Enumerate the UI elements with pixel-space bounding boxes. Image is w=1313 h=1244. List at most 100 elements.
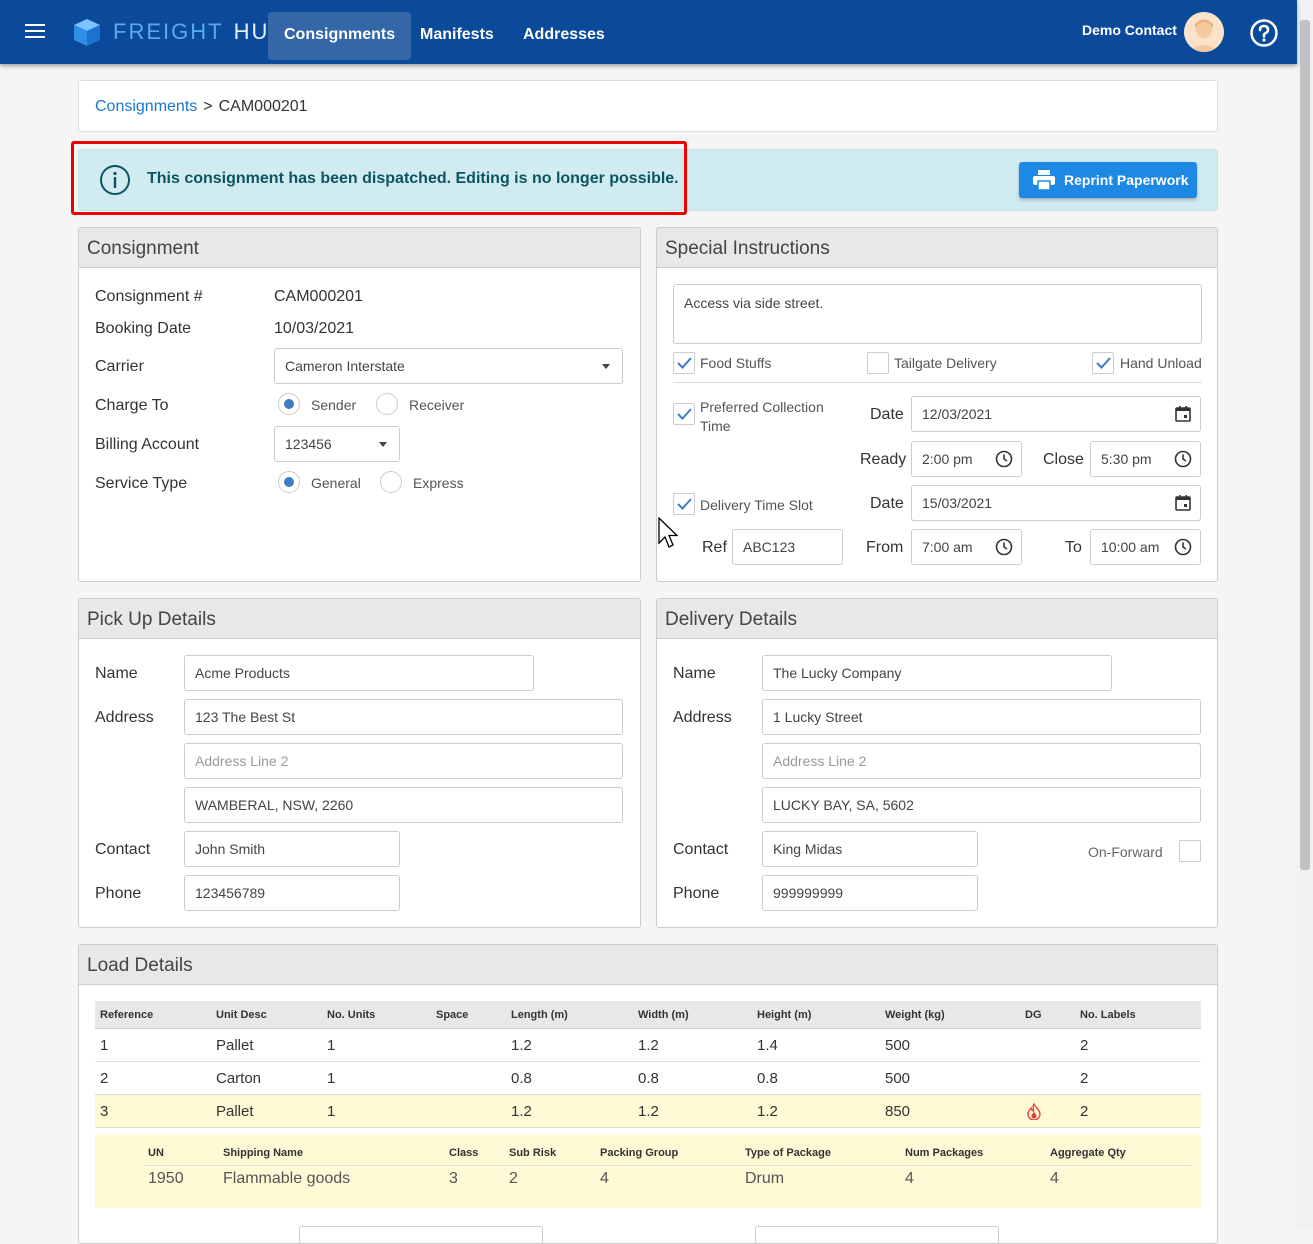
dg-col-type-of-package: Type of Package	[745, 1147, 831, 1159]
on-forward-checkbox[interactable]	[1179, 840, 1201, 862]
breadcrumb-consignments-link[interactable]: Consignments	[95, 98, 197, 115]
clock-icon[interactable]	[995, 450, 1013, 468]
col-unit-desc[interactable]: Unit Desc	[216, 1009, 267, 1021]
delivery-phone-input[interactable]: 999999999	[762, 875, 978, 911]
delivery-address-line2-input[interactable]: Address Line 2	[762, 743, 1201, 779]
nav-consignments[interactable]: Consignments	[268, 12, 412, 60]
cell: 1	[100, 1037, 109, 1054]
carrier-select[interactable]: Cameron Interstate	[274, 348, 623, 384]
cell: 0.8	[511, 1070, 532, 1087]
load-input-partial[interactable]	[299, 1226, 543, 1243]
charge-sender-radio[interactable]	[278, 393, 300, 415]
logo-cube-icon	[74, 19, 100, 46]
nav-addresses[interactable]: Addresses	[507, 12, 621, 60]
load-table-header: Reference Unit Desc No. Units Space Leng…	[95, 1001, 1201, 1029]
dg-cell: 1950	[148, 1170, 184, 1187]
reprint-paperwork-button[interactable]: Reprint Paperwork	[1019, 162, 1197, 198]
col-no-labels[interactable]: No. Labels	[1080, 1009, 1136, 1021]
delivery-date-input[interactable]: 15/03/2021	[911, 485, 1201, 521]
from-time-input[interactable]: 7:00 am	[911, 529, 1022, 565]
service-express-radio[interactable]	[380, 471, 402, 493]
menu-icon[interactable]	[25, 24, 45, 40]
page-scrollbar[interactable]	[1297, 0, 1313, 1230]
dg-cell: 4	[1050, 1170, 1059, 1187]
dg-col-packing-group: Packing Group	[600, 1147, 679, 1159]
col-height[interactable]: Height (m)	[757, 1009, 811, 1021]
collection-date-label: Date	[870, 406, 904, 423]
col-no-units[interactable]: No. Units	[327, 1009, 375, 1021]
billing-account-select[interactable]: 123456	[274, 426, 400, 462]
pickup-contact-label: Contact	[95, 841, 151, 858]
cell: 1	[327, 1037, 336, 1054]
collection-date-input[interactable]: 12/03/2021	[911, 396, 1201, 432]
cell: 1.2	[511, 1037, 532, 1054]
load-details-title: Load Details	[79, 945, 1217, 985]
food-stuffs-checkbox[interactable]	[673, 352, 695, 374]
to-time-input[interactable]: 10:00 am	[1090, 529, 1201, 565]
delivery-panel: Delivery Details Name The Lucky Company …	[656, 598, 1218, 928]
hand-unload-checkbox[interactable]	[1092, 352, 1114, 374]
cell: 2	[1080, 1103, 1089, 1120]
pickup-phone-input[interactable]: 123456789	[184, 875, 400, 911]
pickup-name-input[interactable]: Acme Products	[184, 655, 534, 691]
col-width[interactable]: Width (m)	[638, 1009, 689, 1021]
delivery-contact-input[interactable]: King Midas	[762, 831, 978, 867]
pickup-address-line1-input[interactable]: 123 The Best St	[184, 699, 623, 735]
service-general-radio[interactable]	[278, 471, 300, 493]
delivery-address-line1-input[interactable]: 1 Lucky Street	[762, 699, 1201, 735]
printer-icon	[1033, 170, 1055, 190]
clock-icon[interactable]	[1174, 450, 1192, 468]
pickup-panel-title: Pick Up Details	[79, 599, 640, 639]
pickup-address-line3-input[interactable]: WAMBERAL, NSW, 2260	[184, 787, 623, 823]
delivery-time-slot-checkbox[interactable]	[673, 493, 695, 515]
pickup-contact-input[interactable]: John Smith	[184, 831, 400, 867]
delivery-address-line3-input[interactable]: LUCKY BAY, SA, 5602	[762, 787, 1201, 823]
help-icon[interactable]	[1249, 18, 1279, 48]
cell: 1	[327, 1070, 336, 1087]
col-weight[interactable]: Weight (kg)	[885, 1009, 945, 1021]
cell: 1	[327, 1103, 336, 1120]
calendar-icon[interactable]	[1174, 405, 1192, 423]
billing-account-label: Billing Account	[95, 436, 200, 453]
clock-icon[interactable]	[995, 538, 1013, 556]
scroll-thumb[interactable]	[1300, 20, 1310, 870]
top-navbar: FREIGHT HUB Consignments Manifests Addres…	[0, 0, 1297, 64]
app-logo[interactable]: FREIGHT HUB	[113, 19, 286, 45]
table-row[interactable]: 2 Carton 1 0.8 0.8 0.8 500 2	[95, 1062, 1201, 1095]
pickup-address-line2-input[interactable]: Address Line 2	[184, 743, 623, 779]
cell: 2	[100, 1070, 109, 1087]
ref-label: Ref	[702, 539, 727, 556]
col-space[interactable]: Space	[436, 1009, 468, 1021]
delivery-contact-label: Contact	[673, 841, 729, 858]
cell: Pallet	[216, 1103, 254, 1120]
load-input-partial[interactable]	[755, 1226, 999, 1243]
col-length[interactable]: Length (m)	[511, 1009, 568, 1021]
reprint-label: Reprint Paperwork	[1064, 172, 1189, 188]
clock-icon[interactable]	[1174, 538, 1192, 556]
nav-manifests[interactable]: Manifests	[404, 12, 510, 60]
tailgate-delivery-checkbox[interactable]	[867, 352, 889, 374]
ready-time-value: 2:00 pm	[922, 451, 973, 467]
user-name[interactable]: Demo Contact	[1082, 22, 1177, 38]
dg-cell: Flammable goods	[223, 1170, 351, 1187]
ready-time-input[interactable]: 2:00 pm	[911, 441, 1022, 477]
cell: 1.2	[638, 1037, 659, 1054]
to-time-value: 10:00 am	[1101, 539, 1160, 555]
avatar[interactable]	[1184, 12, 1224, 52]
charge-receiver-radio[interactable]	[376, 393, 398, 415]
table-row-dangerous-goods[interactable]: 3 Pallet 1 1.2 1.2 1.2 850 2	[95, 1095, 1201, 1128]
dg-table-header: UN Shipping Name Class Sub Risk Packing …	[143, 1140, 1193, 1166]
delivery-name-input[interactable]: The Lucky Company	[762, 655, 1112, 691]
booking-date-value: 10/03/2021	[274, 320, 355, 337]
table-row[interactable]: 1 Pallet 1 1.2 1.2 1.4 500 2	[95, 1029, 1201, 1062]
calendar-icon[interactable]	[1174, 494, 1192, 512]
close-time-input[interactable]: 5:30 pm	[1090, 441, 1201, 477]
ref-input[interactable]: ABC123	[732, 529, 843, 565]
col-dg[interactable]: DG	[1025, 1009, 1042, 1021]
pickup-panel: Pick Up Details Name Acme Products Addre…	[78, 598, 641, 928]
special-instructions-textarea[interactable]: Access via side street.	[673, 284, 1202, 344]
cell: 1.2	[757, 1103, 778, 1120]
preferred-collection-checkbox[interactable]	[673, 403, 695, 425]
col-reference[interactable]: Reference	[100, 1009, 153, 1021]
tailgate-delivery-label: Tailgate Delivery	[894, 355, 997, 371]
